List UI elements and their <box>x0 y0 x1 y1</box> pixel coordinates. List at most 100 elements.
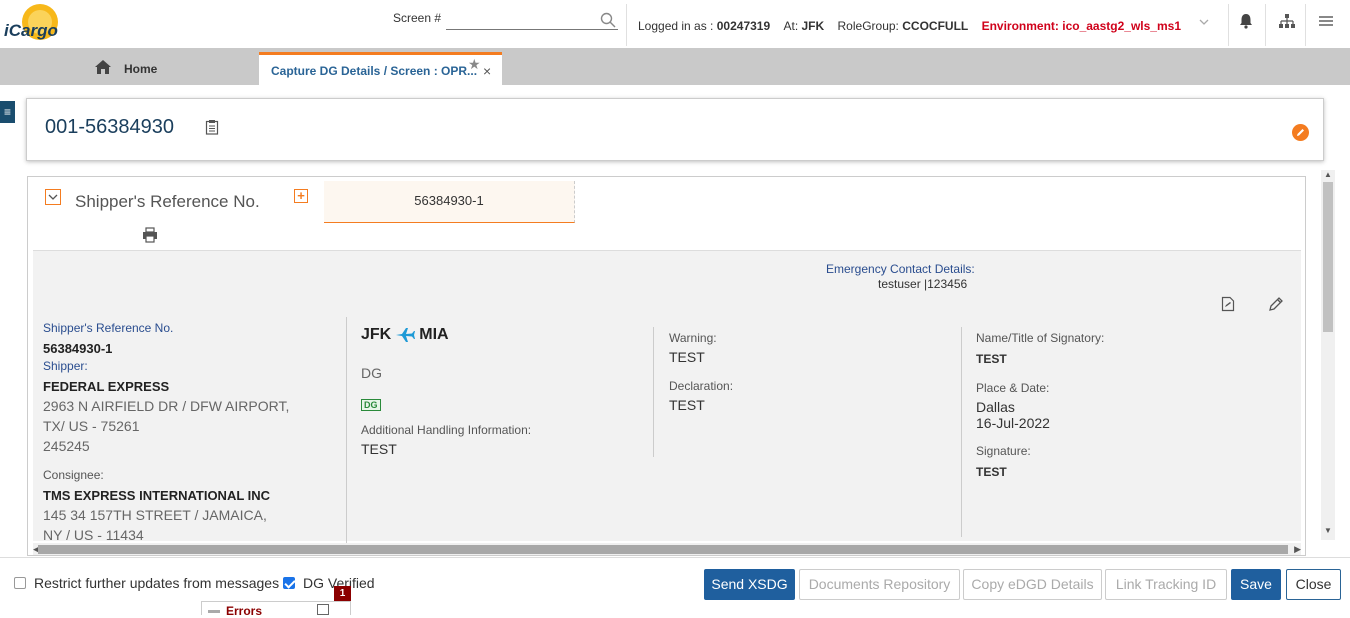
divider <box>653 327 654 457</box>
origin: JFK <box>361 326 392 343</box>
date-value: 16-Jul-2022 <box>976 415 1050 431</box>
icargo-logo[interactable]: iCargo <box>2 2 64 48</box>
document-icon[interactable] <box>1221 296 1235 312</box>
sitemap-icon[interactable] <box>1278 12 1296 30</box>
minimize-icon[interactable] <box>208 610 220 613</box>
shipper-ref-tab[interactable]: 56384930-1 <box>324 181 575 223</box>
pencil-icon[interactable] <box>1268 296 1284 312</box>
divider <box>1265 4 1266 46</box>
divider <box>1228 4 1229 46</box>
hamburger-menu-icon[interactable] <box>1317 12 1335 30</box>
restrict-updates-checkbox[interactable]: Restrict further updates from messages <box>14 575 279 591</box>
errors-count-badge: 1 <box>334 586 351 601</box>
dg-details-panel: Shipper's Reference No. + 56384930-1 Eme… <box>27 176 1306 556</box>
awb-header-card: 001-56384930 <box>26 98 1324 161</box>
divider <box>626 4 627 46</box>
consignee-label: Consignee: <box>43 468 104 482</box>
dg-verified-box[interactable] <box>283 577 295 589</box>
divider <box>961 327 962 537</box>
bell-icon[interactable] <box>1237 12 1255 30</box>
shipper-label: Shipper: <box>43 359 88 373</box>
login-info: Logged in as : 00247319 At: JFK RoleGrou… <box>638 19 1181 33</box>
copy-edgd-details-button[interactable]: Copy eDGD Details <box>963 569 1102 600</box>
rolegroup: CCOCFULL <box>902 19 969 33</box>
emergency-contact-value: testuser |123456 <box>878 277 968 291</box>
shipper-ref-title: Shipper's Reference No. <box>75 192 260 211</box>
awb-number: 001-56384930 <box>45 116 175 138</box>
shipper-ref-value: 56384930-1 <box>43 341 113 356</box>
scroll-right-icon[interactable]: ▶ <box>1294 544 1301 555</box>
declaration-value: TEST <box>669 397 705 413</box>
star-icon[interactable]: ★ <box>468 56 481 73</box>
footer-bar: Restrict further updates from messages D… <box>0 557 1350 601</box>
close-tab-icon[interactable]: × <box>483 63 491 79</box>
scroll-down-icon[interactable]: ▼ <box>1324 526 1332 535</box>
place-date-label: Place & Date: <box>976 381 1050 395</box>
top-bar: iCargo Screen # Logged in as : 00247319 … <box>0 0 1350 48</box>
edit-awb-icon[interactable] <box>1292 124 1309 141</box>
send-xsdg-button[interactable]: Send XSDG <box>704 569 795 600</box>
print-icon[interactable] <box>142 227 158 243</box>
screen-label: Screen # <box>393 11 442 25</box>
vertical-scroll-thumb[interactable] <box>1323 182 1333 332</box>
clipboard-icon[interactable] <box>205 119 219 135</box>
rolegroup-label: RoleGroup: <box>837 19 899 33</box>
home-tab-label: Home <box>124 62 158 76</box>
home-icon <box>95 60 111 74</box>
consignee-name: TMS EXPRESS INTERNATIONAL INC <box>43 488 271 503</box>
dg-text: DG <box>361 365 382 381</box>
warning-value: TEST <box>669 349 705 365</box>
consignee-address-1: 145 34 157TH STREET / JAMAICA, <box>43 507 267 523</box>
signatory-column: Name/Title of Signatory: TEST Place & Da… <box>976 331 1104 479</box>
ahi-value: TEST <box>361 441 397 457</box>
signatory-name-value: TEST <box>976 352 1007 366</box>
shipper-column: Shipper's Reference No. 56384930-1 Shipp… <box>43 321 289 545</box>
logged-in-label: Logged in as : <box>638 19 714 33</box>
warning-column: Warning: TEST Declaration: TEST <box>669 331 733 413</box>
dg-badge: DG <box>361 399 381 411</box>
chevron-down-icon <box>48 194 58 200</box>
shipper-name: FEDERAL EXPRESS <box>43 379 170 394</box>
svg-text:iCargo: iCargo <box>4 21 58 40</box>
restrict-updates-label: Restrict further updates from messages <box>34 575 280 591</box>
collapse-toggle[interactable] <box>45 189 61 205</box>
save-button[interactable]: Save <box>1231 569 1281 600</box>
consignee-address-2: NY / US - 11434 <box>43 527 144 543</box>
signature-label: Signature: <box>976 444 1031 458</box>
tab-home[interactable]: Home <box>94 56 157 78</box>
popout-icon[interactable] <box>317 604 329 615</box>
at-label: At: <box>783 19 799 33</box>
documents-repository-button[interactable]: Documents Repository <box>799 569 960 600</box>
close-button[interactable]: Close <box>1286 569 1341 600</box>
ahi-label: Additional Handling Information: <box>361 423 532 437</box>
horizontal-scrollbar[interactable]: ◀ ▶ <box>33 543 1301 555</box>
add-reference-icon[interactable]: + <box>294 189 308 203</box>
place-value: Dallas <box>976 399 1015 415</box>
emergency-contact-label: Emergency Contact Details: <box>826 262 975 276</box>
station: JFK <box>801 19 825 33</box>
search-icon[interactable] <box>600 12 616 28</box>
user-id: 00247319 <box>716 19 771 33</box>
sidebar-toggle-icon[interactable]: ≡ <box>0 101 15 123</box>
declaration-label: Declaration: <box>669 379 734 393</box>
shipper-address-1: 2963 N AIRFIELD DR / DFW AIRPORT, <box>43 398 290 414</box>
signatory-name-label: Name/Title of Signatory: <box>976 331 1105 345</box>
tab-bar: Home Capture DG Details / Screen : OPR..… <box>0 48 1350 85</box>
route: JFK MIA <box>361 326 449 344</box>
dg-verified-checkbox[interactable]: DG Verified <box>283 575 375 591</box>
link-tracking-id-button[interactable]: Link Tracking ID <box>1105 569 1227 600</box>
restrict-updates-box[interactable] <box>14 577 26 589</box>
environment: Environment: ico_aastg2_wls_ms1 <box>981 19 1181 33</box>
screen-search-input[interactable] <box>446 10 618 30</box>
active-tab-label: Capture DG Details / Screen : OPR... <box>271 64 478 78</box>
destination: MIA <box>419 326 449 343</box>
horizontal-scroll-thumb[interactable] <box>38 545 1288 554</box>
shipper-ref-label: Shipper's Reference No. <box>43 321 174 335</box>
tab-capture-dg-details[interactable]: Capture DG Details / Screen : OPR... ★ × <box>259 52 502 85</box>
scroll-up-icon[interactable]: ▲ <box>1324 170 1332 179</box>
signature-value: TEST <box>976 465 1007 479</box>
dg-details-area: Emergency Contact Details: testuser |123… <box>33 251 1301 547</box>
airplane-icon <box>396 328 416 342</box>
vertical-scrollbar[interactable]: ▲ ▼ <box>1321 170 1335 540</box>
chevron-down-icon[interactable] <box>1198 16 1210 28</box>
